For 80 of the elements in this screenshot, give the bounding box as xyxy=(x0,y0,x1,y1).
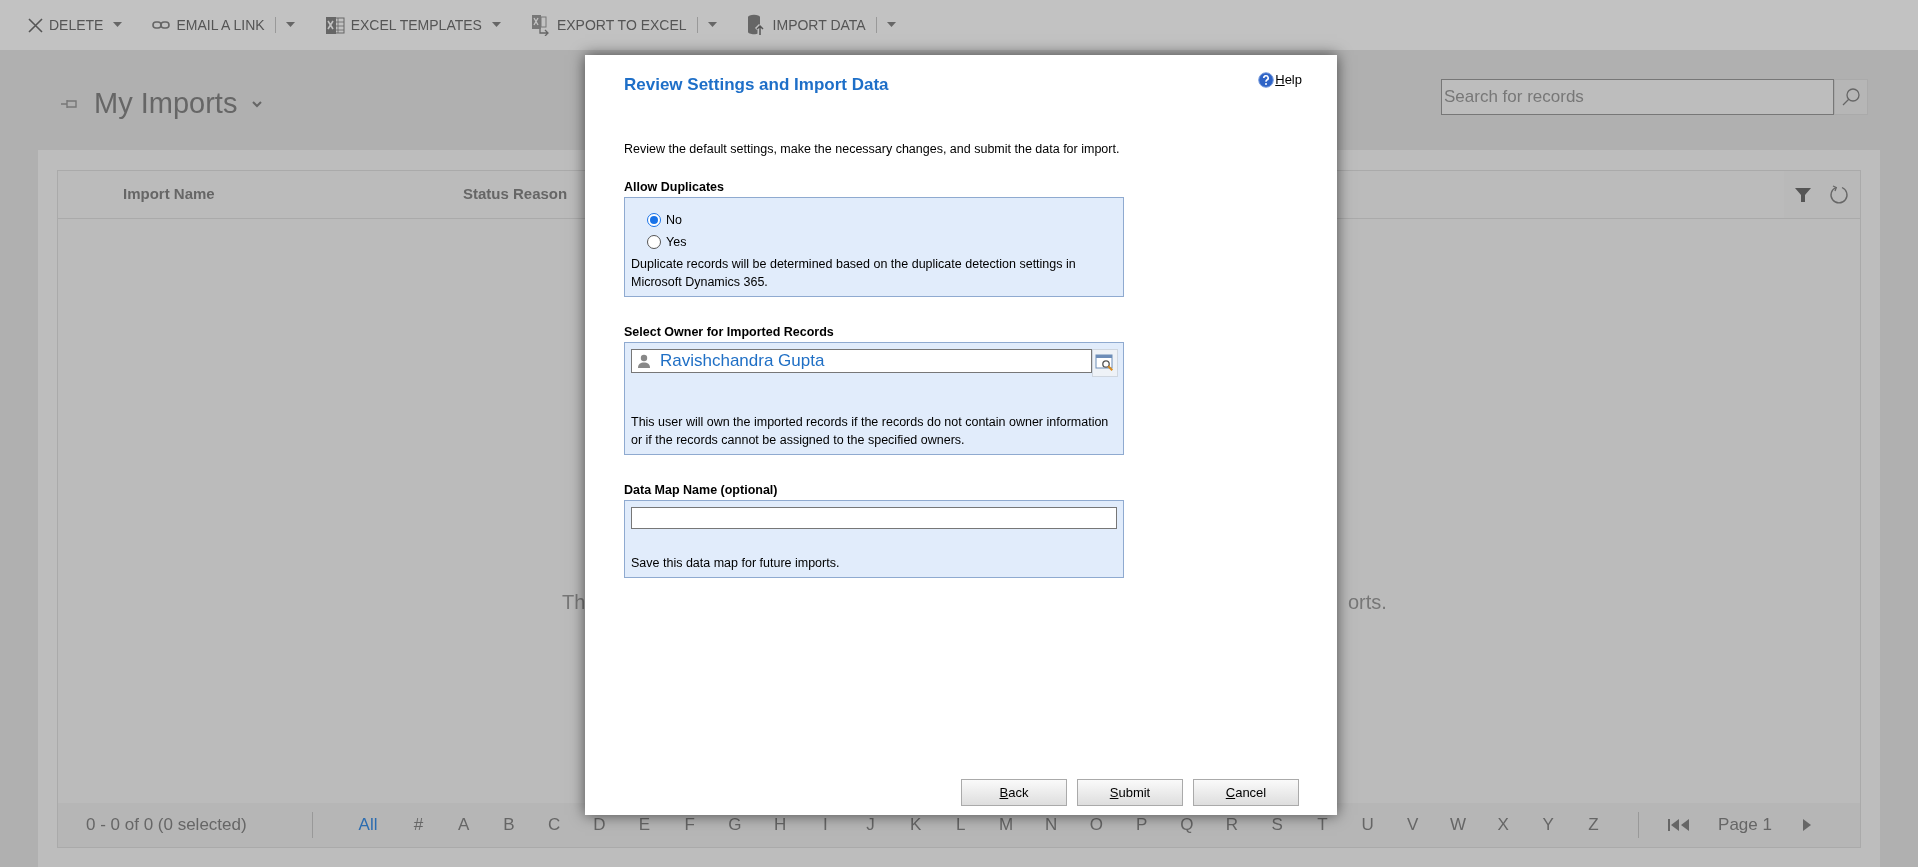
lookup-window-icon xyxy=(1095,353,1115,372)
help-text: This user will own the imported records if the records do not contain owner information or if the records cannot be assigned to the specified owners. xyxy=(631,413,1110,449)
radio-option[interactable]: Yes xyxy=(647,231,1117,253)
letter-filter-link[interactable]: Y xyxy=(1525,812,1571,838)
lookup-button[interactable] xyxy=(1092,348,1118,377)
letter-filter-link[interactable]: All xyxy=(340,812,396,838)
text-input-field[interactable] xyxy=(631,506,1117,529)
letter-filter-link[interactable]: # xyxy=(396,812,442,838)
spreadsheet-export-icon xyxy=(530,14,551,36)
dialog-button[interactable]: Cancel xyxy=(1193,779,1299,806)
owner-name[interactable]: Ravishchandra Gupta xyxy=(660,348,825,374)
search-icon xyxy=(1841,87,1861,107)
section-label: Select Owner for Imported Records xyxy=(624,324,835,341)
column-header[interactable]: Import Name xyxy=(123,183,463,206)
letter-filter-link[interactable]: Q xyxy=(1164,812,1210,838)
letter-filter-link[interactable]: G xyxy=(712,812,758,838)
search-field[interactable]: Search for records xyxy=(1441,79,1834,115)
first-page-icon[interactable] xyxy=(1667,818,1692,832)
filter-icon[interactable] xyxy=(1794,185,1812,204)
search-button[interactable] xyxy=(1834,79,1868,115)
chevron-down-icon[interactable] xyxy=(251,99,264,108)
dialog-button[interactable]: Back xyxy=(961,779,1067,806)
toolbar-button[interactable]: DELETE xyxy=(28,14,104,36)
dropdown-caret-icon[interactable] xyxy=(707,22,717,28)
empty-message: orts. xyxy=(1348,590,1387,615)
dialog-title: Review Settings and Import Data xyxy=(624,74,889,96)
close-x-icon xyxy=(28,17,43,33)
dialog-button[interactable]: Submit xyxy=(1077,779,1183,806)
letter-filter-link[interactable]: A xyxy=(441,812,487,838)
empty-message: Th xyxy=(562,590,586,615)
letter-filter-link[interactable]: R xyxy=(1209,812,1255,838)
help-text: Duplicate records will be determined based on the duplicate detection settings in Microsoft Dynamics 365. xyxy=(631,256,1077,291)
lookup-field[interactable]: Ravishchandra Gupta xyxy=(631,348,1092,373)
letter-filter-link[interactable]: B xyxy=(486,812,532,838)
dropdown-caret-icon[interactable] xyxy=(886,22,896,28)
view-title: My Imports xyxy=(94,86,238,121)
letter-filter-link[interactable]: K xyxy=(893,812,939,838)
help-icon xyxy=(1258,71,1275,88)
toolbar-button[interactable]: EMAIL A LINK xyxy=(152,14,265,36)
letter-filter-link[interactable]: T xyxy=(1299,812,1345,838)
record-count: 0 - 0 of 0 (0 selected) xyxy=(86,814,248,837)
user-icon xyxy=(638,353,650,368)
letter-filter-link[interactable]: O xyxy=(1073,812,1119,838)
letter-filter-link[interactable]: W xyxy=(1435,812,1481,838)
radio-option[interactable]: No xyxy=(647,209,1117,231)
dialog-description: Review the default settings, make the necessary changes, and submit the data for import. xyxy=(624,140,1121,158)
toolbar-button[interactable]: IMPORT DATA xyxy=(746,14,866,36)
letter-filter-link[interactable]: N xyxy=(1028,812,1074,838)
letter-filter-link[interactable]: H xyxy=(757,812,803,838)
radio-button[interactable] xyxy=(647,235,661,249)
toolbar-button[interactable]: EXCEL TEMPLATES xyxy=(324,14,482,36)
letter-filter-link[interactable]: S xyxy=(1254,812,1300,838)
letter-filter-link[interactable]: P xyxy=(1119,812,1165,838)
next-page-icon[interactable] xyxy=(1801,818,1812,832)
section-label: Data Map Name (optional) xyxy=(624,481,779,499)
letter-filter-link[interactable]: Z xyxy=(1570,812,1617,838)
letter-filter-link[interactable]: F xyxy=(667,812,713,838)
spreadsheet-icon xyxy=(324,15,345,35)
dropdown-caret-icon[interactable] xyxy=(285,22,295,28)
caret-icon[interactable] xyxy=(491,22,501,28)
section-label: Allow Duplicates xyxy=(624,179,726,197)
pin-icon[interactable] xyxy=(60,97,80,110)
letter-filter-link[interactable]: E xyxy=(621,812,668,838)
toolbar-button[interactable]: EXPORT TO EXCEL xyxy=(530,14,687,36)
letter-filter-link[interactable]: I xyxy=(802,812,848,838)
page-number: Page 1 xyxy=(1718,814,1772,837)
help-text: Save this data map for future imports. xyxy=(631,554,841,572)
letter-filter-link[interactable]: D xyxy=(576,812,622,838)
caret-icon[interactable] xyxy=(113,22,123,28)
letter-filter-link[interactable]: V xyxy=(1390,812,1436,838)
letter-filter-link[interactable]: J xyxy=(847,812,894,838)
help-link[interactable]: Help xyxy=(1258,70,1302,90)
letter-filter-link[interactable]: M xyxy=(983,812,1029,838)
refresh-icon[interactable] xyxy=(1828,183,1850,206)
letter-filter-link[interactable]: L xyxy=(938,812,984,838)
letter-filter-link[interactable]: U xyxy=(1344,812,1391,838)
radio-button[interactable] xyxy=(647,213,661,227)
letter-filter-link[interactable]: C xyxy=(531,812,577,838)
link-icon xyxy=(152,20,171,30)
letter-filter-link[interactable]: X xyxy=(1480,812,1526,838)
